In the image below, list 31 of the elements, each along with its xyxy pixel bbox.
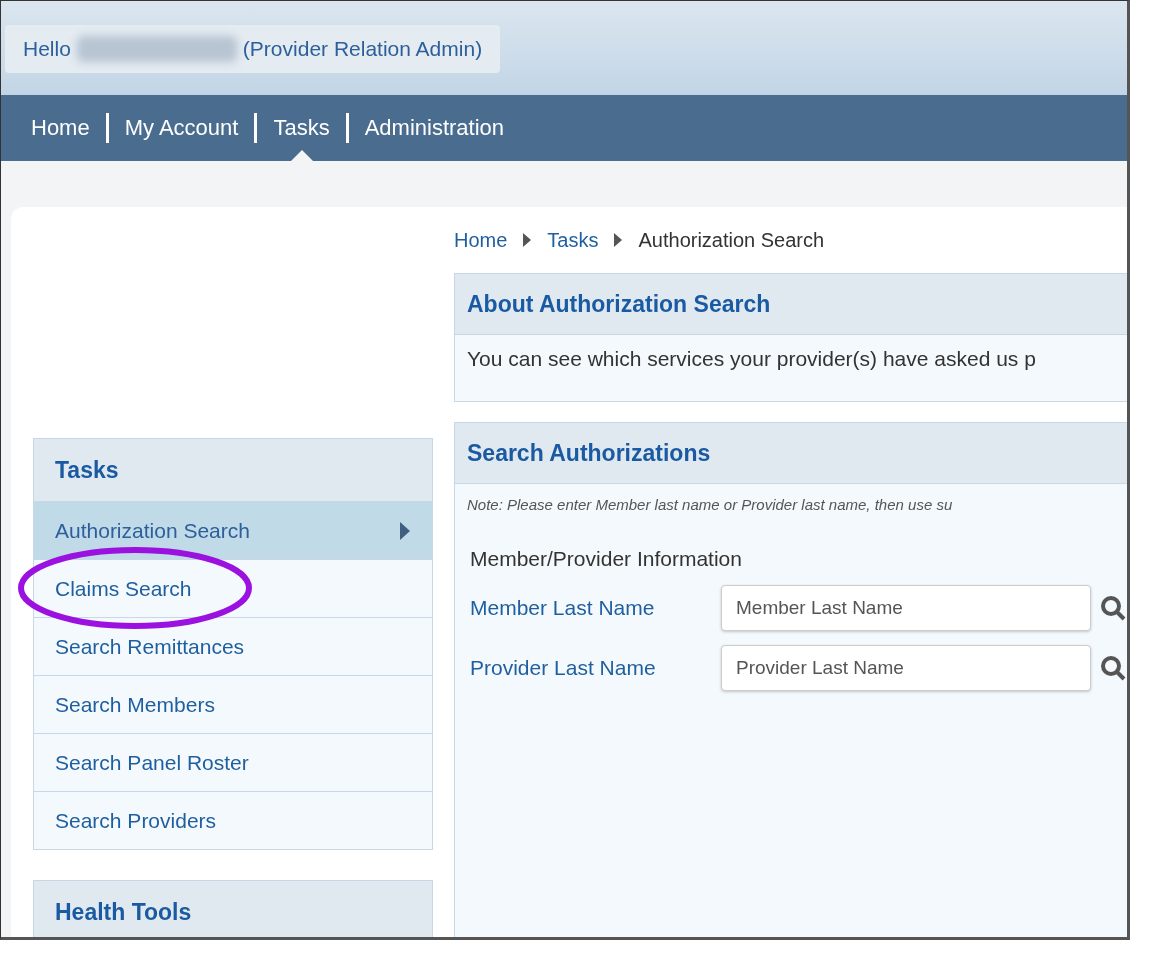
- input-field[interactable]: Provider Last Name: [721, 645, 1091, 691]
- breadcrumb-link[interactable]: Home: [454, 228, 508, 252]
- nav-tab[interactable]: Home: [15, 95, 106, 161]
- breadcrumb-arrow-icon: [614, 233, 623, 247]
- nav-tab[interactable]: Tasks: [257, 95, 346, 161]
- section-title: Member/Provider Information: [469, 546, 743, 572]
- sidebar-item[interactable]: Search Providers: [34, 791, 432, 849]
- search-icon[interactable]: [1099, 654, 1127, 682]
- about-text: You can see which services your provider(s) have asked us p: [466, 346, 1037, 372]
- sidebar-item[interactable]: Search Panel Roster: [34, 733, 432, 791]
- breadcrumb-link[interactable]: Tasks: [547, 228, 599, 252]
- panel-title: Search Authorizations: [455, 423, 1127, 484]
- sidebar-item[interactable]: Search Remittances: [34, 617, 432, 675]
- breadcrumb-arrow-icon: [523, 233, 532, 247]
- input-field[interactable]: Member Last Name: [721, 585, 1091, 631]
- nav-tab[interactable]: Administration: [348, 95, 521, 161]
- search-icon[interactable]: [1099, 594, 1127, 622]
- role-text: (Provider Relation Admin): [242, 37, 483, 61]
- sidebar-item[interactable]: Authorization Search: [34, 501, 432, 559]
- panel-title: Tasks: [34, 439, 432, 501]
- panel-title: Health Tools: [34, 881, 432, 937]
- note-text: Note: Please enter Member last name or Provider last name, then use su: [466, 495, 954, 515]
- field-label: Provider Last Name: [470, 656, 657, 680]
- nav-tab[interactable]: My Account: [108, 95, 255, 161]
- greeting-text: Hello: [23, 37, 71, 61]
- panel-title: About Authorization Search: [455, 274, 1127, 335]
- breadcrumb-current[interactable]: Authorization Search: [638, 228, 825, 252]
- field-label: Member Last Name: [470, 596, 656, 620]
- caret-icon: [400, 521, 410, 540]
- sidebar-item[interactable]: Claims Search: [34, 559, 432, 617]
- sidebar-item[interactable]: Search Members: [34, 675, 432, 733]
